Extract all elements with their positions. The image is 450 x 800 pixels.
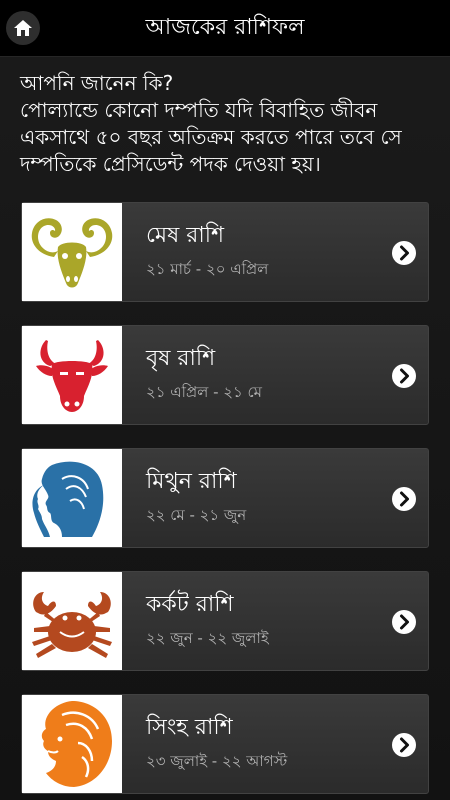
aries-ram-icon bbox=[22, 203, 122, 301]
leo-lion-icon bbox=[22, 695, 122, 793]
fact-body: পোল্যান্ডে কোনো দম্পতি যদি বিবাহিত জীবন … bbox=[20, 98, 402, 176]
app-title: আজকের রাশিফল bbox=[145, 15, 305, 40]
top-bar: আজকের রাশিফল bbox=[0, 0, 450, 57]
did-you-know-box: আপনি জানেন কি? পোল্যান্ডে কোনো দম্পতি যদ… bbox=[20, 70, 440, 178]
zodiac-dates: ২২ জুন - ২২ জুলাই bbox=[146, 629, 269, 647]
zodiac-dates: ২২ মে - ২১ জুন bbox=[146, 506, 247, 524]
zodiac-item-leo[interactable]: সিংহ রাশি ২৩ জুলাই - ২২ আগস্ট bbox=[21, 694, 429, 794]
zodiac-dates: ২১ মার্চ - ২০ এপ্রিল bbox=[146, 260, 269, 278]
zodiac-name: কর্কট রাশি bbox=[146, 592, 234, 617]
zodiac-name: সিংহ রাশি bbox=[146, 715, 233, 740]
zodiac-dates: ২১ এপ্রিল - ২১ মে bbox=[146, 383, 262, 401]
app-screen: আজকের রাশিফল আপনি জানেন কি? পোল্যান্ডে ক… bbox=[0, 0, 450, 800]
zodiac-item-cancer[interactable]: কর্কট রাশি ২২ জুন - ২২ জুলাই bbox=[21, 571, 429, 671]
zodiac-list: মেষ রাশি ২১ মার্চ - ২০ এপ্রিল বৃষ রাশি ২… bbox=[21, 202, 429, 800]
zodiac-item-gemini[interactable]: মিথুন রাশি ২২ মে - ২১ জুন bbox=[21, 448, 429, 548]
fact-heading: আপনি জানেন কি? bbox=[20, 71, 174, 95]
zodiac-name: মিথুন রাশি bbox=[146, 469, 237, 494]
chevron-right-icon[interactable] bbox=[392, 487, 416, 511]
gemini-twins-icon bbox=[22, 449, 122, 547]
cancer-crab-icon bbox=[22, 572, 122, 670]
zodiac-item-aries[interactable]: মেষ রাশি ২১ মার্চ - ২০ এপ্রিল bbox=[21, 202, 429, 302]
taurus-bull-icon bbox=[22, 326, 122, 424]
zodiac-name: বৃষ রাশি bbox=[146, 346, 216, 371]
chevron-right-icon[interactable] bbox=[392, 733, 416, 757]
zodiac-item-taurus[interactable]: বৃষ রাশি ২১ এপ্রিল - ২১ মে bbox=[21, 325, 429, 425]
zodiac-dates: ২৩ জুলাই - ২২ আগস্ট bbox=[146, 752, 288, 770]
chevron-right-icon[interactable] bbox=[392, 364, 416, 388]
zodiac-name: মেষ রাশি bbox=[146, 223, 225, 248]
chevron-right-icon[interactable] bbox=[392, 610, 416, 634]
chevron-right-icon[interactable] bbox=[392, 241, 416, 265]
